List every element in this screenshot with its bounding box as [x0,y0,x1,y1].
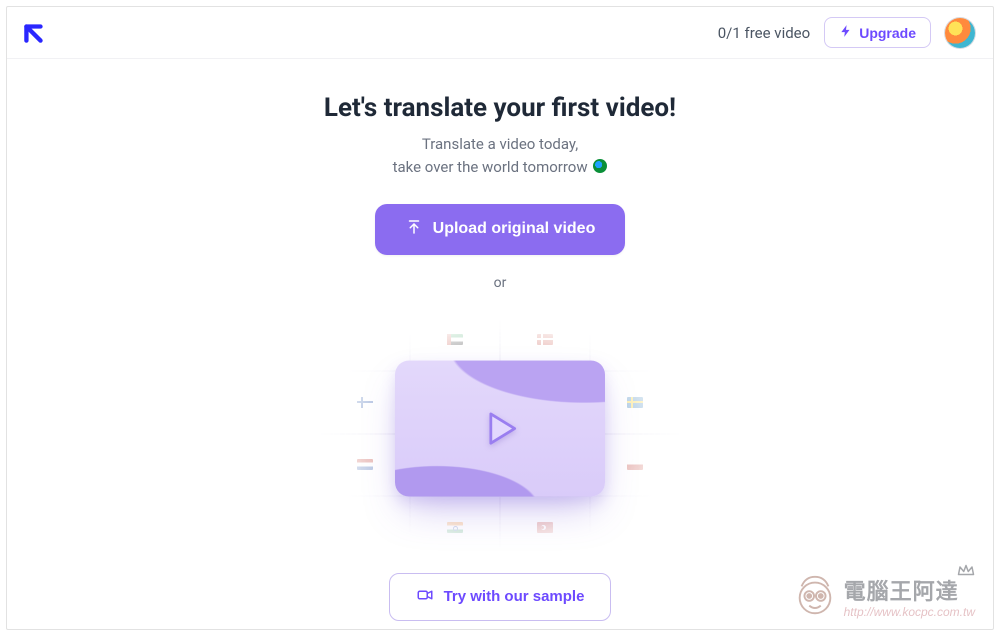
watermark-url: http://www.kocpc.com.tw [844,605,975,619]
main-content: Let's translate your first video! Transl… [7,59,993,629]
flag-icon [627,522,643,533]
flag-icon [357,334,373,345]
flag-icon [447,522,463,533]
upgrade-label: Upgrade [859,25,916,41]
try-sample-button[interactable]: Try with our sample [389,573,612,621]
flag-icon [627,397,643,408]
upload-icon [405,218,423,241]
page-title: Let's translate your first video! [324,93,676,123]
quota-text: 0/1 free video [718,24,810,42]
or-divider: or [494,275,507,291]
top-bar-right: 0/1 free video Upgrade [718,17,975,48]
app-frame: 0/1 free video Upgrade Let's translate y… [6,6,994,630]
watermark: 電腦王阿達 http://www.kocpc.com.tw [792,573,975,619]
flag-icon [537,334,553,345]
watermark-mascot-icon [792,573,838,619]
play-icon [478,406,522,450]
user-avatar[interactable] [945,18,975,48]
flag-icon [537,522,553,533]
subtitle-line2: take over the world tomorrow [393,158,588,176]
flag-icon [357,397,373,408]
upload-video-button[interactable]: Upload original video [375,204,626,255]
app-logo-icon [21,20,47,46]
upload-label: Upload original video [433,220,596,238]
globe-icon [593,159,607,173]
bolt-icon [839,24,853,41]
page-subtitle: Translate a video today, take over the w… [393,133,608,180]
flag-icon [357,522,373,533]
flag-icon [627,459,643,470]
flag-icon [447,334,463,345]
crown-icon [957,563,975,575]
flag-icon [357,459,373,470]
video-camera-icon [416,586,434,608]
sample-label: Try with our sample [444,588,585,605]
sample-illustration [320,309,680,559]
subtitle-line1: Translate a video today, [422,135,578,153]
watermark-title: 電腦王阿達 [844,581,975,603]
flag-icon [627,334,643,345]
upgrade-button[interactable]: Upgrade [824,17,931,48]
video-preview-card [395,360,605,496]
top-bar: 0/1 free video Upgrade [7,7,993,59]
